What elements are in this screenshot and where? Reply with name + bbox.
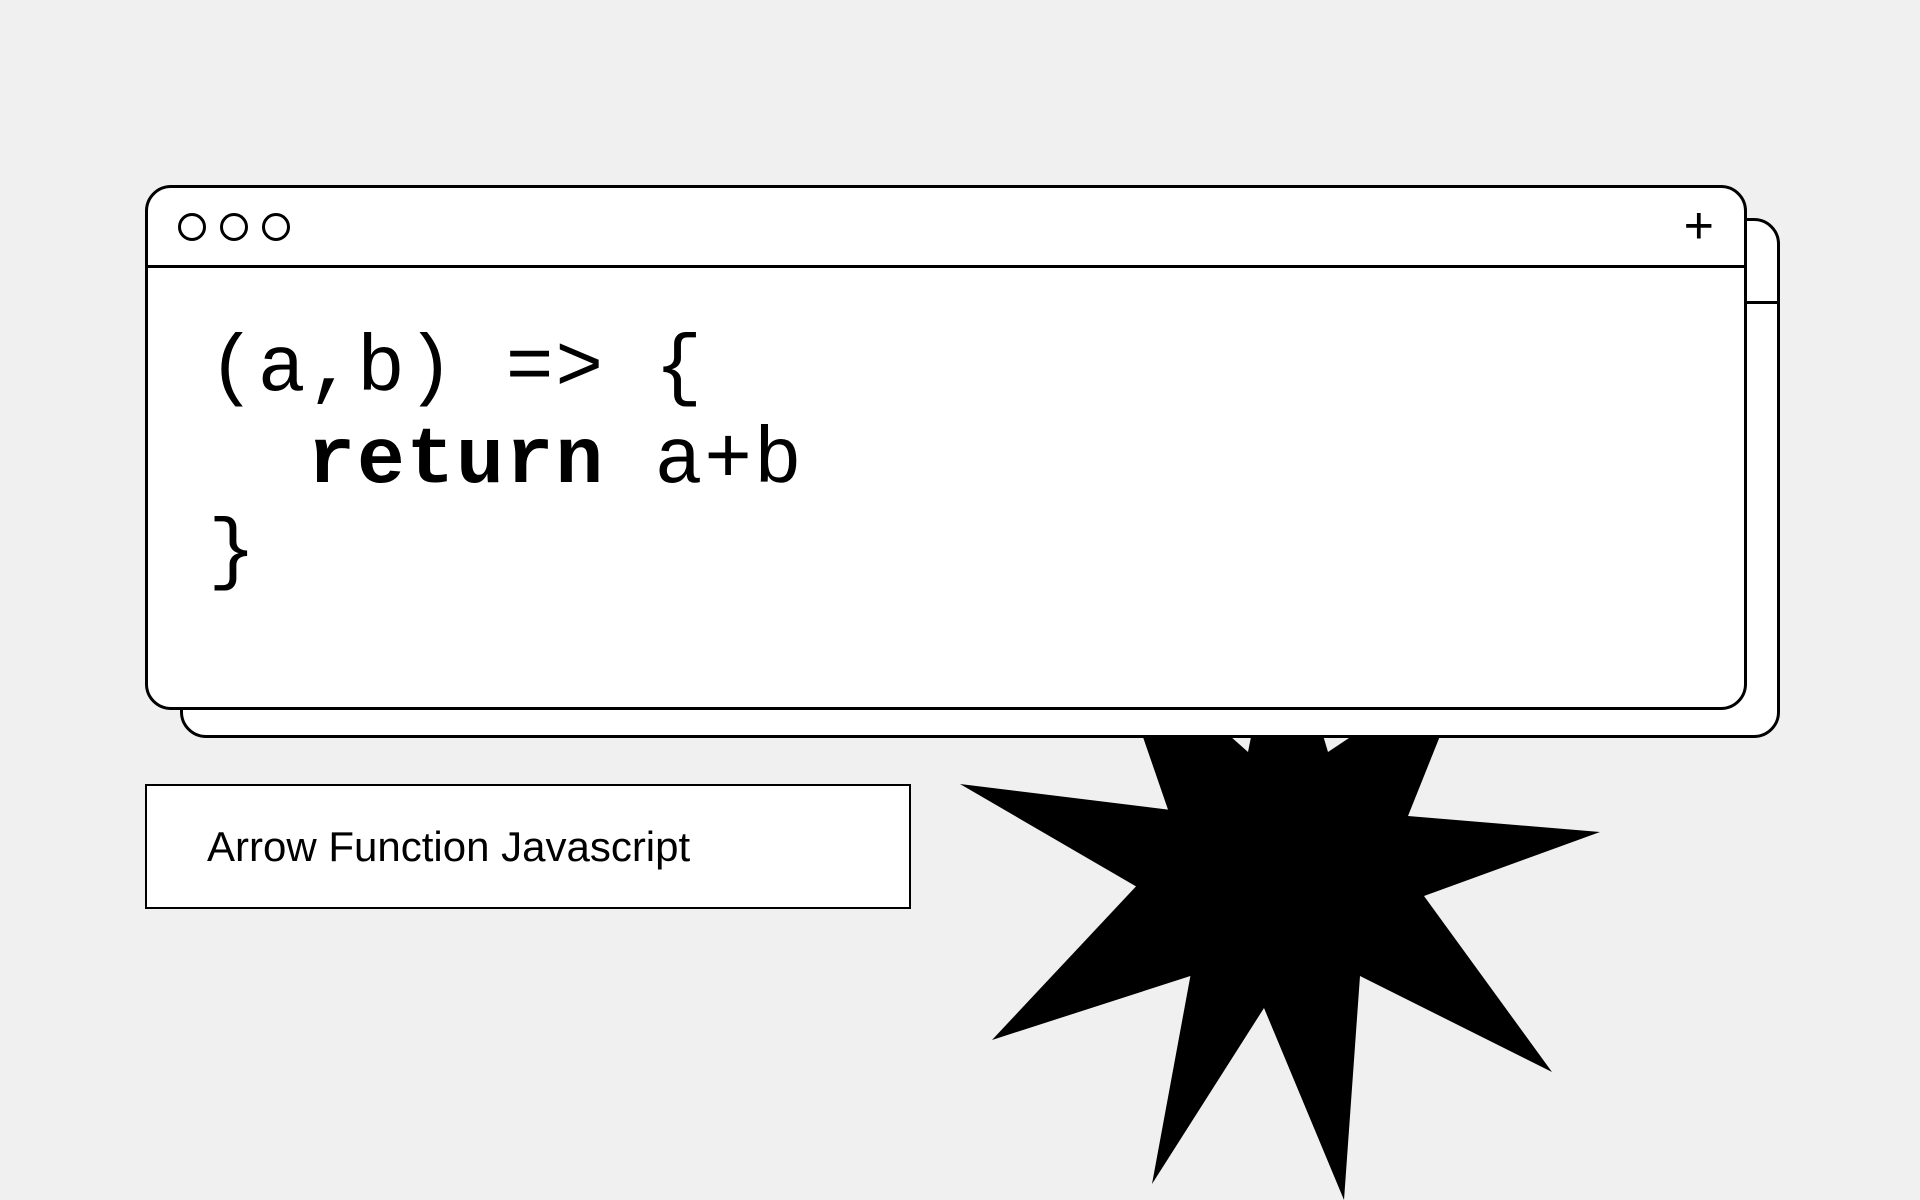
window-dot-icon	[220, 213, 248, 241]
caption-label: Arrow Function Javascript	[207, 823, 690, 871]
window-titlebar: +	[148, 188, 1744, 268]
code-indent	[208, 416, 307, 507]
caption-box: Arrow Function Javascript	[145, 784, 911, 909]
window-dot-icon	[178, 213, 206, 241]
code-window: + (a,b) => { return a+b }	[145, 185, 1747, 710]
canvas: + (a,b) => { return a+b } Arrow Function…	[0, 0, 1920, 1080]
window-control-dots	[178, 213, 290, 241]
plus-icon: +	[1684, 206, 1714, 248]
code-expression: a+b	[605, 416, 803, 507]
code-keyword-return: return	[307, 416, 605, 507]
code-line-1: (a,b) => {	[208, 324, 704, 415]
window-dot-icon	[262, 213, 290, 241]
code-line-3: }	[208, 508, 258, 599]
code-snippet: (a,b) => { return a+b }	[148, 268, 1744, 656]
